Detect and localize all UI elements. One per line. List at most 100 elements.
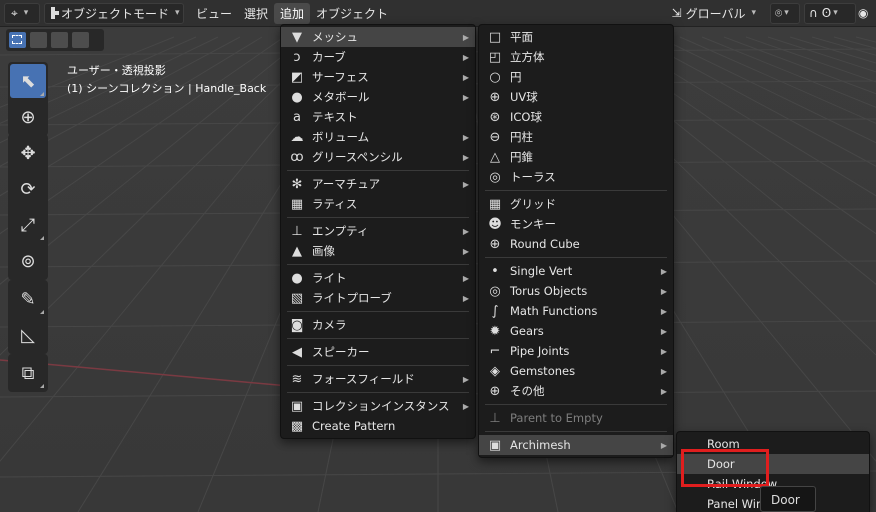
mesh-menu-item-label: グリッド bbox=[510, 197, 556, 211]
mesh-menu-item[interactable]: □ 平面 bbox=[479, 27, 673, 47]
submenu-arrow-icon: ▶ bbox=[462, 246, 469, 256]
add-menu-item[interactable]: a テキスト bbox=[281, 107, 475, 127]
mesh-menu-item[interactable]: • Single Vert ▶ bbox=[479, 261, 673, 281]
ico-sphere-icon: ⊛ bbox=[489, 109, 501, 125]
add-menu-item[interactable]: ● ライト ▶ bbox=[281, 268, 475, 288]
pencil-icon: ✎ bbox=[20, 288, 36, 310]
chevron-down-icon: ▾ bbox=[833, 8, 838, 18]
add-menu-item[interactable]: ▧ ライトプローブ ▶ bbox=[281, 288, 475, 308]
submenu-arrow-icon: ▶ bbox=[462, 374, 469, 384]
add-menu-item[interactable]: ↄ カーブ ▶ bbox=[281, 47, 475, 67]
move-icon: ✥ bbox=[20, 142, 36, 164]
add-menu-item[interactable]: ▣ コレクションインスタンス ▶ bbox=[281, 396, 475, 416]
menu-view[interactable]: ビュー bbox=[190, 3, 238, 24]
measure-tool[interactable]: ◺ bbox=[10, 318, 46, 352]
mesh-menu-item[interactable]: ☻ モンキー bbox=[479, 214, 673, 234]
parent-empty-icon: ⊥ bbox=[489, 410, 501, 426]
grid-icon: ▦ bbox=[488, 196, 502, 212]
mesh-menu-item[interactable]: ⊕ その他 ▶ bbox=[479, 381, 673, 401]
add-menu-item[interactable]: ◀ スピーカー bbox=[281, 342, 475, 362]
add-menu-item[interactable]: ▼ メッシュ ▶ bbox=[281, 27, 475, 47]
gears-icon: ✹ bbox=[489, 323, 501, 339]
add-menu-item-label: カーブ bbox=[312, 50, 346, 64]
circle-icon: ○ bbox=[489, 69, 501, 85]
add-menu-item[interactable]: ✻ アーマチュア ▶ bbox=[281, 174, 475, 194]
snap-button[interactable]: ⌾ ▾ bbox=[770, 2, 800, 24]
scale-tool[interactable]: ⤢ bbox=[10, 208, 46, 242]
orientation-label: グローバル bbox=[685, 6, 746, 21]
mesh-menu-item[interactable]: ◰ 立方体 bbox=[479, 47, 673, 67]
add-menu-item[interactable]: ▲ 画像 ▶ bbox=[281, 241, 475, 261]
light-icon: ● bbox=[291, 270, 303, 286]
metaball-icon: ● bbox=[291, 89, 303, 105]
toolbar-group-add: ⧉ bbox=[8, 354, 48, 392]
mesh-menu-item[interactable]: ⊕ UV球 bbox=[479, 87, 673, 107]
misc-icon: ⊕ bbox=[489, 383, 501, 399]
add-menu-item[interactable]: ▩ Create Pattern bbox=[281, 416, 475, 436]
transform-pivot-button[interactable]: ⌖ ▾ bbox=[4, 2, 40, 24]
snap-icon: ⌾ bbox=[775, 5, 783, 20]
submenu-arrow-icon: ▶ bbox=[462, 179, 469, 189]
mesh-menu-item[interactable]: ◎ Torus Objects ▶ bbox=[479, 281, 673, 301]
mode-select[interactable]: オブジェクトモード ▾ bbox=[44, 2, 184, 24]
mesh-menu-item[interactable]: ⊖ 円柱 bbox=[479, 127, 673, 147]
mesh-menu-item[interactable]: ▦ グリッド bbox=[479, 194, 673, 214]
add-menu-item[interactable]: ⊥ エンプティ ▶ bbox=[281, 221, 475, 241]
mesh-submenu: □ 平面 ◰ 立方体 ○ 円 ⊕ UV球 ⊛ ICO球 ⊖ 円柱 △ 円錐 ◎ トーラス ▦ グリッド ☻ モンキー ⊕… bbox=[478, 24, 674, 458]
menu-select[interactable]: 選択 bbox=[238, 3, 274, 24]
menu-add[interactable]: 追加 bbox=[274, 2, 311, 24]
transform-tool[interactable]: ⊚ bbox=[10, 244, 46, 278]
add-cube-icon: ⧉ bbox=[21, 362, 35, 384]
view-name-label: ユーザー・透視投影 bbox=[67, 64, 166, 77]
mesh-menu-item[interactable]: ◎ トーラス bbox=[479, 167, 673, 187]
overlay-icon: ◉ bbox=[858, 6, 869, 20]
select-new-button[interactable] bbox=[9, 32, 26, 48]
monkey-icon: ☻ bbox=[488, 216, 502, 232]
mesh-menu-item[interactable]: ⊕ Round Cube bbox=[479, 234, 673, 254]
add-menu-item-label: テキスト bbox=[312, 110, 358, 124]
select-box-tool[interactable]: ⬉ bbox=[10, 64, 46, 98]
menu-separator bbox=[287, 170, 469, 171]
camera-icon: ◙ bbox=[290, 317, 304, 333]
submenu-arrow-icon: ▶ bbox=[462, 92, 469, 102]
mesh-menu-item-label: 円柱 bbox=[510, 130, 533, 144]
add-cube-tool[interactable]: ⧉ bbox=[10, 356, 46, 390]
add-menu-item[interactable]: ☁ ボリューム ▶ bbox=[281, 127, 475, 147]
transform-orientation-select[interactable]: ⇲ グローバル ▾ bbox=[666, 3, 762, 24]
mesh-menu-item[interactable]: ∫ Math Functions ▶ bbox=[479, 301, 673, 321]
crosshair-icon: ⊕ bbox=[20, 106, 36, 128]
menu-separator bbox=[287, 264, 469, 265]
menu-object[interactable]: オブジェクト bbox=[310, 3, 394, 24]
cursor-tool[interactable]: ⊕ bbox=[10, 100, 46, 134]
mesh-menu-item[interactable]: ⊛ ICO球 bbox=[479, 107, 673, 127]
proportional-edit-button[interactable]: ∩ ʘ ▾ bbox=[804, 2, 856, 24]
collection-info-label: (1) シーンコレクション | Handle_Back bbox=[67, 82, 267, 95]
mesh-menu-item[interactable]: ✹ Gears ▶ bbox=[479, 321, 673, 341]
mesh-menu-item[interactable]: ◈ Gemstones ▶ bbox=[479, 361, 673, 381]
vertex-icon: • bbox=[491, 263, 499, 279]
toolbar-group-select: ⬉ ⊕ bbox=[8, 62, 48, 136]
submenu-arrow-icon: ▶ bbox=[462, 293, 469, 303]
menu-separator bbox=[287, 311, 469, 312]
annotate-tool[interactable]: ✎ bbox=[10, 282, 46, 316]
mesh-menu-item[interactable]: ▣ Archimesh ▶ bbox=[479, 435, 673, 455]
add-menu-item[interactable]: ◙ カメラ bbox=[281, 315, 475, 335]
select-invert-button[interactable] bbox=[72, 32, 89, 48]
mesh-menu-item[interactable]: △ 円錐 bbox=[479, 147, 673, 167]
add-menu-item[interactable]: ● メタボール ▶ bbox=[281, 87, 475, 107]
move-tool[interactable]: ✥ bbox=[10, 136, 46, 170]
select-extend-button[interactable] bbox=[30, 32, 47, 48]
cone-icon: △ bbox=[490, 149, 500, 165]
select-subtract-button[interactable] bbox=[51, 32, 68, 48]
mesh-menu-item[interactable]: ⌐ Pipe Joints ▶ bbox=[479, 341, 673, 361]
cylinder-icon: ⊖ bbox=[489, 129, 501, 145]
rotate-tool[interactable]: ⟳ bbox=[10, 172, 46, 206]
add-menu-item[interactable]: ◩ サーフェス ▶ bbox=[281, 67, 475, 87]
add-menu-item[interactable]: ≋ フォースフィールド ▶ bbox=[281, 369, 475, 389]
add-menu-item[interactable]: ꝏ グリースペンシル ▶ bbox=[281, 147, 475, 167]
overlay-toggle-button[interactable]: ◉ bbox=[856, 3, 876, 24]
mesh-menu-item[interactable]: ○ 円 bbox=[479, 67, 673, 87]
add-menu-item[interactable]: ▦ ラティス bbox=[281, 194, 475, 214]
scale-icon: ⤢ bbox=[20, 214, 36, 236]
object-mode-icon bbox=[51, 7, 59, 19]
